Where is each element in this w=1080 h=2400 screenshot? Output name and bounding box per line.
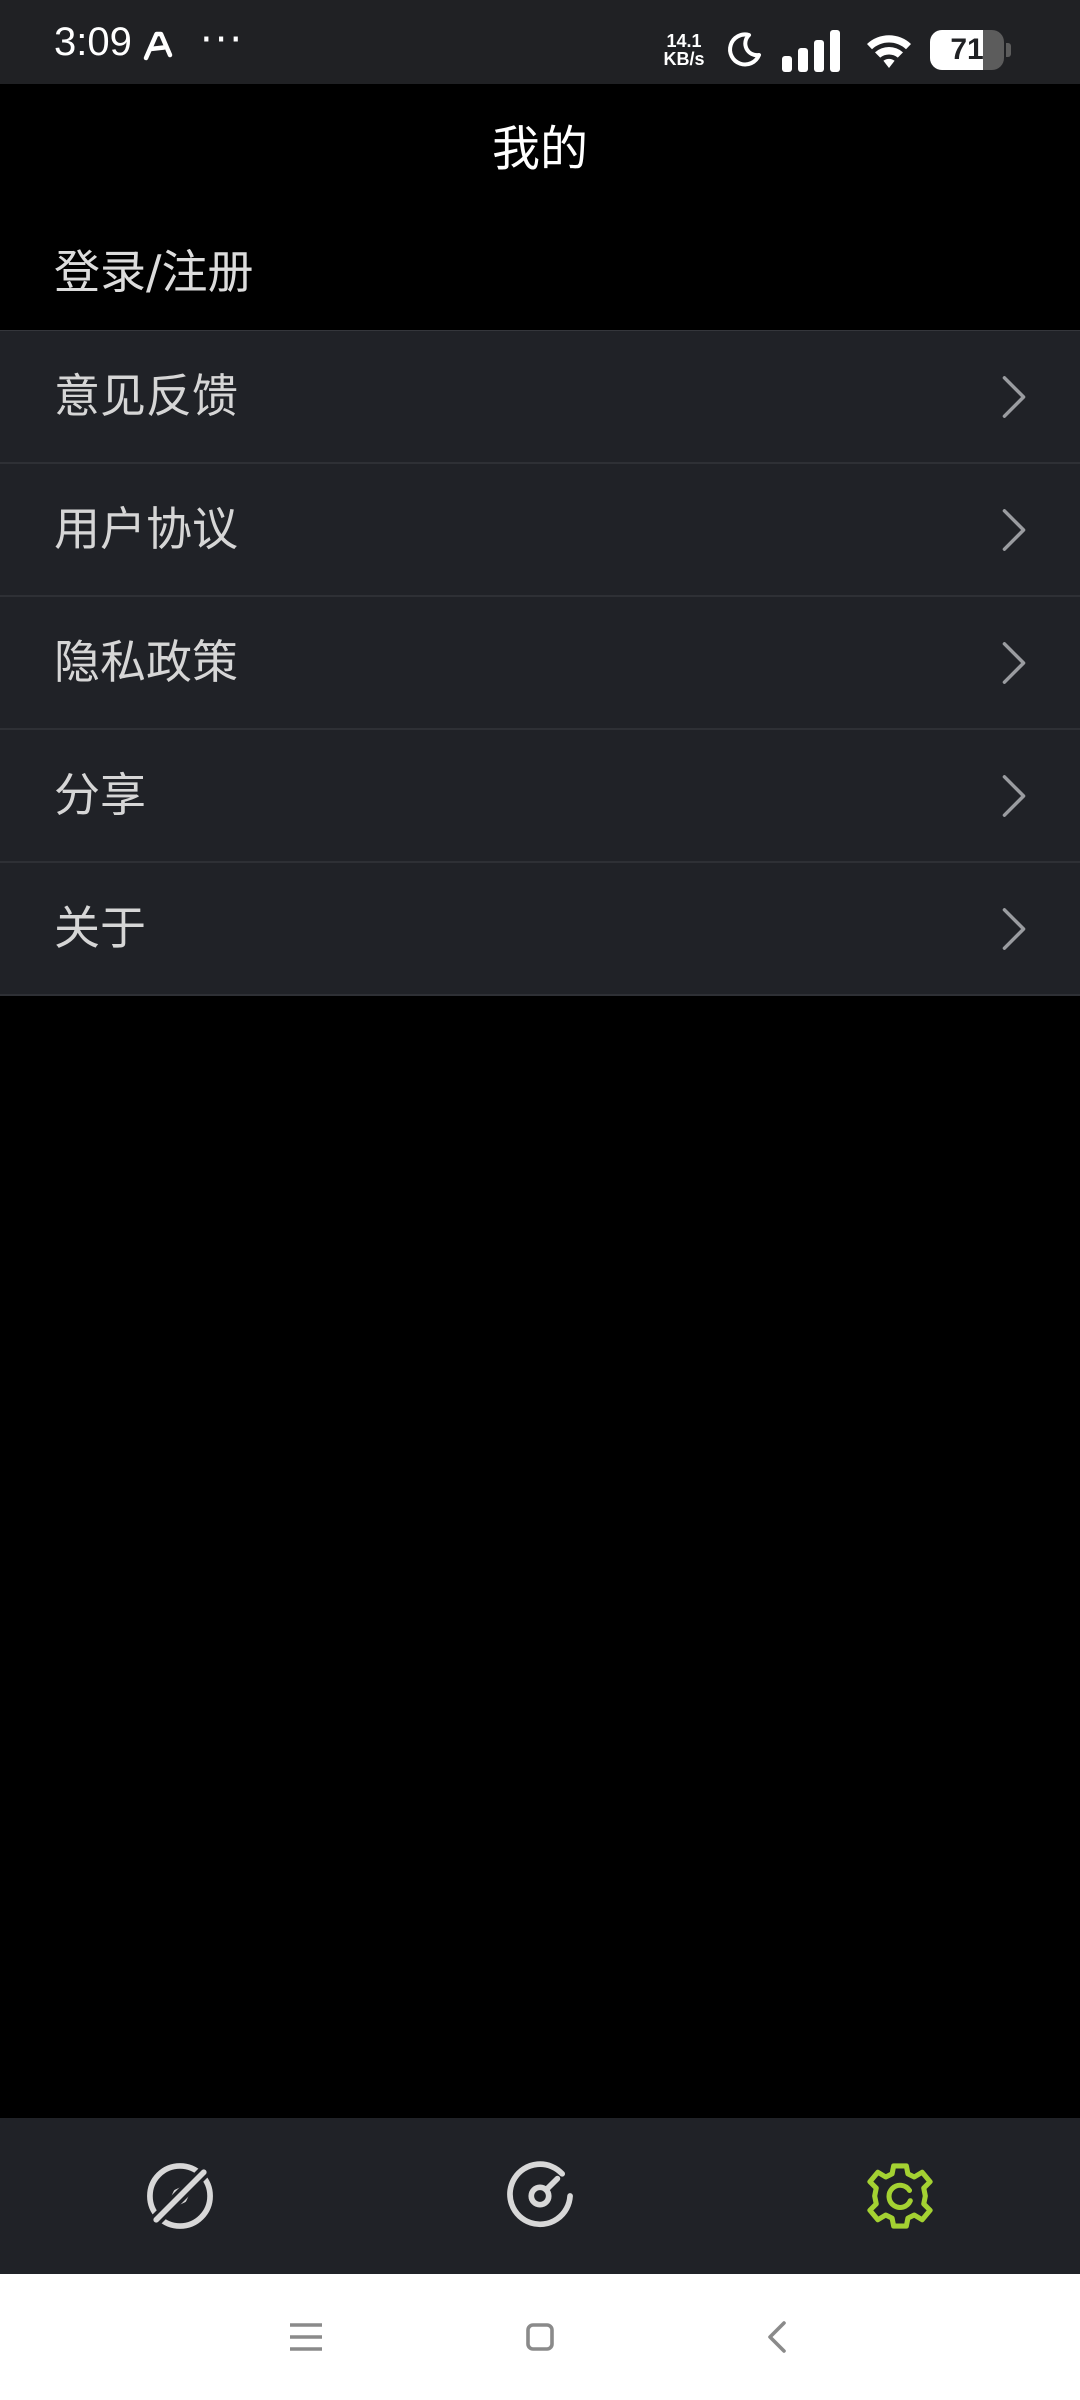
- chevron-right-icon: [1002, 509, 1026, 551]
- chevron-right-icon: [1002, 642, 1026, 684]
- menu-item-label: 分享: [54, 768, 146, 822]
- status-bar: 3:09 ··· 14.1 KB/s 71: [0, 0, 1080, 84]
- tab-speedometer[interactable]: [360, 2118, 720, 2274]
- menu-item-label: 用户协议: [54, 502, 238, 556]
- menu-item-feedback[interactable]: 意见反馈: [0, 331, 1080, 464]
- menu-icon: [290, 2323, 322, 2351]
- moon-icon: [728, 32, 761, 67]
- login-register-row[interactable]: 登录/注册: [0, 214, 1080, 330]
- system-nav-bar: [0, 2274, 1080, 2400]
- network-speed-unit: KB/s: [663, 49, 705, 69]
- speedometer-icon: [507, 2161, 573, 2228]
- battery-icon: 71: [930, 30, 1012, 70]
- nav-menu-button[interactable]: [276, 2307, 336, 2367]
- compass-off-icon: [147, 2163, 213, 2229]
- bottom-tab-bar: [0, 2118, 1080, 2274]
- menu-item-about[interactable]: 关于: [0, 863, 1080, 996]
- app-notification-icon: [143, 31, 173, 61]
- nav-home-button[interactable]: [510, 2307, 570, 2367]
- chevron-right-icon: [1002, 775, 1026, 817]
- menu-item-label: 关于: [54, 901, 146, 955]
- status-time: 3:09: [54, 20, 132, 64]
- more-notifications-icon: ···: [200, 17, 245, 63]
- menu-item-share[interactable]: 分享: [0, 730, 1080, 863]
- login-register-link[interactable]: 登录/注册: [54, 214, 254, 330]
- menu-item-user-agreement[interactable]: 用户协议: [0, 464, 1080, 597]
- battery-body: 71: [930, 30, 1004, 70]
- menu-item-label: 隐私政策: [54, 635, 238, 689]
- back-icon: [768, 2321, 786, 2353]
- menu-list: 意见反馈 用户协议 隐私政策 分享 关于: [0, 330, 1080, 996]
- nav-back-button[interactable]: [748, 2307, 808, 2367]
- gear-icon: [867, 2163, 933, 2229]
- tab-settings[interactable]: [720, 2118, 1080, 2274]
- network-speed: 14.1 KB/s: [656, 32, 712, 68]
- menu-item-privacy-policy[interactable]: 隐私政策: [0, 597, 1080, 730]
- wifi-icon: [867, 35, 911, 68]
- network-speed-value: 14.1: [666, 31, 702, 51]
- battery-level: 71: [950, 33, 984, 66]
- signal-icon: [782, 30, 840, 72]
- home-icon: [526, 2323, 554, 2351]
- page-title: 我的: [491, 121, 588, 177]
- tab-compass[interactable]: [0, 2118, 360, 2274]
- menu-item-label: 意见反馈: [54, 369, 238, 423]
- chevron-right-icon: [1002, 908, 1026, 950]
- chevron-right-icon: [1002, 376, 1026, 418]
- battery-tip: [1006, 43, 1011, 57]
